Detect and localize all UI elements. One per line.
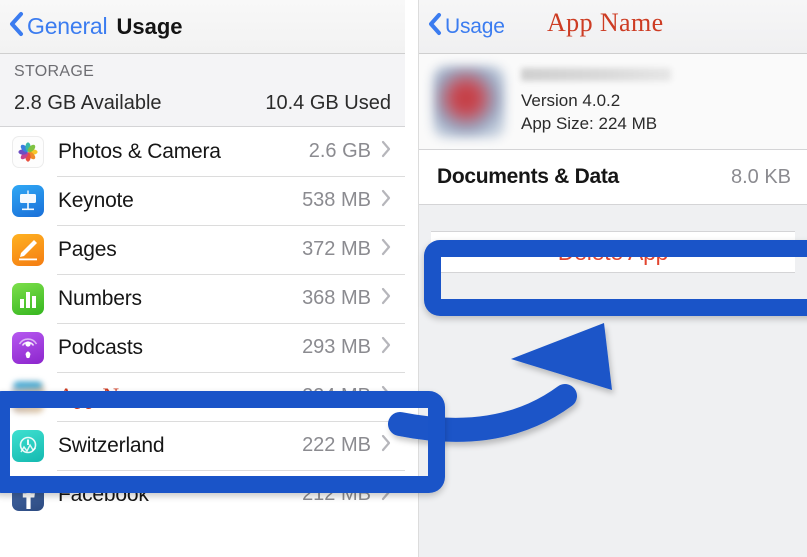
list-item-label: Numbers: [58, 286, 142, 310]
chevron-right-icon: [381, 434, 391, 457]
documents-and-data-row[interactable]: Documents & Data 8.0 KB: [419, 150, 807, 205]
list-item-size: 368 MB: [302, 287, 371, 309]
list-item-numbers[interactable]: Numbers 368 MB: [0, 274, 405, 323]
blurred-app-icon-large: [433, 65, 505, 138]
list-item-size: 222 MB: [302, 434, 371, 456]
chevron-right-icon: [381, 483, 391, 506]
keynote-app-icon: [12, 184, 44, 217]
app-storage-list: Photos & Camera 2.6 GB Keynote 538 MB Pa…: [0, 127, 405, 519]
app-version-label: Version 4.0.2: [521, 90, 621, 110]
storage-summary-section: STORAGE 2.8 GB Available 10.4 GB Used: [0, 54, 405, 127]
switzerland-app-icon: [12, 429, 44, 462]
list-item-label: Keynote: [58, 188, 134, 212]
numbers-app-icon: [12, 282, 44, 315]
list-item-label: Podcasts: [58, 335, 143, 359]
storage-values-row: 2.8 GB Available 10.4 GB Used: [14, 92, 391, 115]
left-navigation-bar: General Usage: [0, 0, 405, 54]
list-item-app-name[interactable]: App Name 224 MB: [0, 372, 405, 421]
list-item-size: 212 MB: [302, 483, 371, 505]
list-item-label: Switzerland: [58, 433, 165, 457]
list-item-facebook[interactable]: Facebook 212 MB: [0, 470, 405, 519]
list-item-keynote[interactable]: Keynote 538 MB: [0, 176, 405, 225]
storage-used-value: 10.4 GB Used: [265, 92, 391, 114]
list-item-label: App Name: [58, 383, 157, 409]
chevron-left-icon: [428, 12, 442, 41]
blurred-app-name: [521, 67, 671, 81]
list-item-label: Facebook: [58, 482, 149, 506]
delete-app-button[interactable]: Delete App: [431, 231, 795, 273]
app-info-section: Version 4.0.2 App Size: 224 MB: [419, 54, 807, 150]
podcasts-app-icon: [12, 331, 44, 364]
list-item-label: Photos & Camera: [58, 139, 221, 163]
app-info-text-block: Version 4.0.2 App Size: 224 MB: [521, 67, 671, 136]
chevron-right-icon: [381, 287, 391, 310]
list-item-size: 293 MB: [302, 336, 371, 358]
storage-section-header: STORAGE: [14, 63, 95, 80]
list-item-size: 2.6 GB: [308, 140, 371, 162]
right-navigation-bar: Usage App Name: [419, 0, 807, 54]
right-page-title: App Name: [547, 8, 664, 37]
chevron-right-icon: [381, 238, 391, 261]
back-button-label: Usage: [445, 14, 505, 38]
documents-and-data-label: Documents & Data: [437, 165, 619, 188]
list-item-photos[interactable]: Photos & Camera 2.6 GB: [0, 127, 405, 176]
chevron-right-icon: [381, 336, 391, 359]
facebook-app-icon: [12, 478, 44, 511]
usage-settings-panel: General Usage STORAGE 2.8 GB Available 1…: [0, 0, 405, 557]
screenshot-root: General Usage STORAGE 2.8 GB Available 1…: [0, 0, 807, 557]
documents-and-data-value: 8.0 KB: [730, 165, 791, 188]
delete-app-section: Delete App: [419, 205, 807, 297]
app-detail-panel: Usage App Name Version 4.0.2 App Size: 2…: [419, 0, 807, 557]
list-item-size: 372 MB: [302, 238, 371, 260]
pages-app-icon: [12, 233, 44, 266]
list-item-switzerland[interactable]: Switzerland 222 MB: [0, 421, 405, 470]
delete-app-label: Delete App: [557, 238, 669, 265]
blurred-app-icon: [12, 380, 44, 413]
back-to-usage-button[interactable]: Usage: [419, 12, 505, 41]
list-item-size: 538 MB: [302, 189, 371, 211]
chevron-right-icon: [381, 189, 391, 212]
chevron-left-icon: [9, 11, 24, 42]
photos-app-icon: [12, 135, 44, 168]
list-item-pages[interactable]: Pages 372 MB: [0, 225, 405, 274]
chevron-right-icon: [381, 140, 391, 163]
list-item-label: Pages: [58, 237, 117, 261]
panel-divider: [405, 0, 419, 557]
chevron-right-icon: [381, 385, 391, 408]
list-item-size: 224 MB: [302, 385, 371, 407]
list-item-podcasts[interactable]: Podcasts 293 MB: [0, 323, 405, 372]
back-to-general-button[interactable]: General: [0, 11, 108, 42]
storage-available-value: 2.8 GB Available: [14, 92, 162, 114]
back-button-label: General: [27, 13, 108, 39]
app-size-label: App Size: 224 MB: [521, 113, 658, 133]
